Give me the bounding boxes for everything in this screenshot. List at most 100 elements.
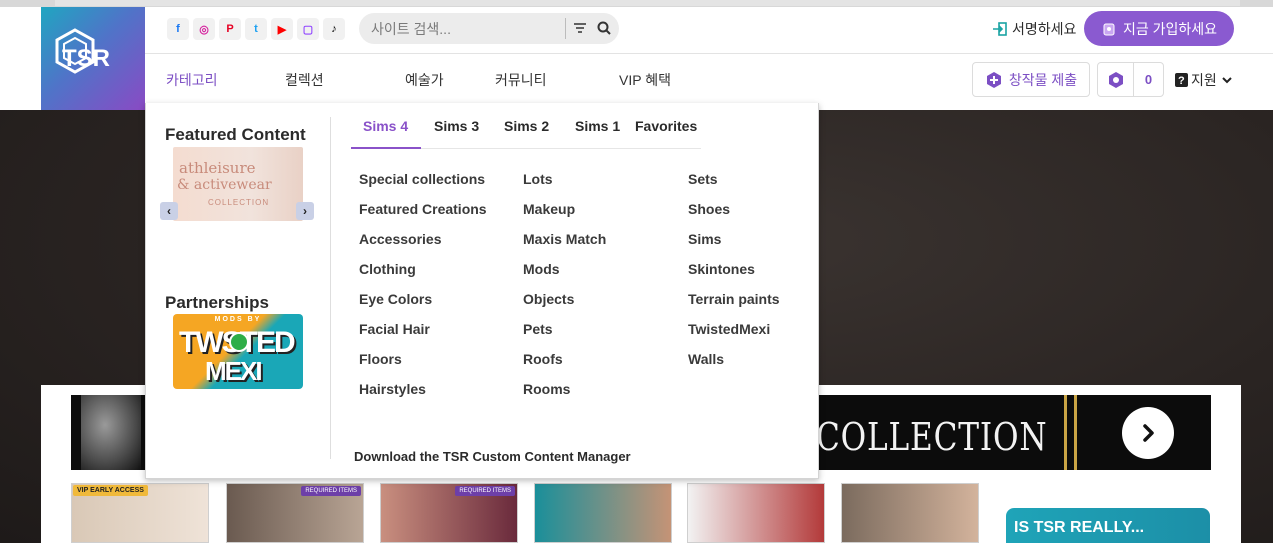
game-tab-sims4[interactable]: Sims 4 <box>363 118 408 134</box>
join-icon <box>1103 23 1115 35</box>
svg-text:?: ? <box>1178 75 1185 87</box>
download-cmm-link[interactable]: Download the TSR Custom Content Manager <box>354 449 631 464</box>
banner-next-button[interactable] <box>1122 407 1174 459</box>
nav-tab-artists[interactable]: 예술가 <box>405 70 444 90</box>
category-link[interactable]: Special collections <box>359 171 485 187</box>
featured-carousel-controls: ‹ › <box>160 202 316 220</box>
category-link[interactable]: Maxis Match <box>523 231 606 247</box>
category-link[interactable]: Walls <box>688 351 724 367</box>
banner-model-image <box>81 395 141 470</box>
game-tab-sims2[interactable]: Sims 2 <box>504 118 549 134</box>
categories-dropdown: Featured Content athleisure & activewear… <box>145 103 819 479</box>
category-link[interactable]: Facial Hair <box>359 321 430 337</box>
upload-icon <box>986 71 1001 88</box>
join-now-button[interactable]: 지금 가입하세요 <box>1084 11 1234 46</box>
partnerships-heading: Partnerships <box>165 293 269 312</box>
vip-early-access-badge: VIP EARLY ACCESS <box>73 485 148 496</box>
tsr-logo[interactable]: TSR <box>41 7 145 110</box>
coin-icon-wrap <box>1098 63 1134 96</box>
banner-word: COLLECTION <box>816 415 1048 459</box>
category-link[interactable]: Eye Colors <box>359 291 432 307</box>
header-divider <box>145 53 1273 54</box>
category-link[interactable]: Mods <box>523 261 560 277</box>
category-link[interactable]: Hairstyles <box>359 381 426 397</box>
tiktok-icon[interactable]: ♪ <box>323 18 345 40</box>
site-search <box>359 13 619 44</box>
creation-thumbnail[interactable]: REQUIRED ITEMS <box>226 483 364 543</box>
creation-thumbnail[interactable] <box>534 483 672 543</box>
signin-label: 서명하세요 <box>1012 21 1077 37</box>
facebook-icon[interactable]: f <box>167 18 189 40</box>
join-label: 지금 가입하세요 <box>1122 20 1218 37</box>
twitter-icon[interactable]: t <box>245 18 267 40</box>
category-link[interactable]: Sets <box>688 171 718 187</box>
social-links: f ◎ P t ▶ ▢ ♪ <box>167 18 345 40</box>
game-tab-sims3[interactable]: Sims 3 <box>434 118 479 134</box>
site-header: TSR f ◎ P t ▶ ▢ ♪ 서명하세요 지금 가입하세요 카테고리 컬렉… <box>0 7 1273 110</box>
signin-icon <box>993 22 1007 36</box>
promo-text: IS TSR REALLY... <box>1014 519 1145 536</box>
support-menu[interactable]: ? 지원 <box>1175 70 1234 90</box>
search-icon[interactable] <box>596 20 612 36</box>
banner-gold-line <box>1074 395 1077 470</box>
chevron-down-icon <box>1222 77 1232 84</box>
top-strip <box>0 0 1273 7</box>
partner-card-twistedmexi[interactable]: MODS BY TWSTED MEXI <box>173 314 303 389</box>
nav-tab-collections[interactable]: 컬렉션 <box>285 70 324 90</box>
coin-icon <box>1108 71 1123 88</box>
game-tab-favorites[interactable]: Favorites <box>635 118 697 134</box>
category-link[interactable]: Pets <box>523 321 553 337</box>
creation-thumbnail[interactable]: REQUIRED ITEMS <box>380 483 518 543</box>
nav-tab-vip[interactable]: VIP 혜택 <box>619 70 671 90</box>
game-tabs: Sims 4 Sims 3 Sims 2 Sims 1 Favorites <box>351 103 701 149</box>
featured-card-line2: & activewear <box>177 177 272 193</box>
category-link[interactable]: Roofs <box>523 351 563 367</box>
category-link[interactable]: Rooms <box>523 381 570 397</box>
category-link[interactable]: Featured Creations <box>359 201 487 217</box>
category-link[interactable]: Objects <box>523 291 574 307</box>
help-icon: ? <box>1175 73 1188 87</box>
submit-creation-button[interactable]: 창작물 제출 <box>972 62 1090 97</box>
search-input[interactable] <box>371 19 556 38</box>
coin-counter[interactable]: 0 <box>1097 62 1164 97</box>
partner-card-line0: MODS BY <box>214 316 262 323</box>
carousel-prev-button[interactable]: ‹ <box>160 202 178 220</box>
category-link[interactable]: Terrain paints <box>688 291 780 307</box>
nav-tab-community[interactable]: 커뮤니티 <box>495 70 547 90</box>
instagram-icon[interactable]: ◎ <box>193 18 215 40</box>
banner-gold-line <box>1064 395 1067 470</box>
nav-tab-categories[interactable]: 카테고리 <box>166 70 218 90</box>
category-link[interactable]: Accessories <box>359 231 442 247</box>
required-items-badge: REQUIRED ITEMS <box>301 486 361 496</box>
category-link[interactable]: Skintones <box>688 261 755 277</box>
dropdown-sidebar: Featured Content athleisure & activewear… <box>146 103 330 479</box>
chevron-right-icon <box>1143 424 1154 442</box>
support-label: 지원 <box>1191 72 1217 88</box>
category-link[interactable]: Sims <box>688 231 721 247</box>
search-separator <box>565 18 566 39</box>
category-link[interactable]: TwistedMexi <box>688 321 770 337</box>
category-link[interactable]: Shoes <box>688 201 730 217</box>
tsr-logo-icon: TSR <box>55 27 110 74</box>
category-link[interactable]: Lots <box>523 171 553 187</box>
twitch-icon[interactable]: ▢ <box>297 18 319 40</box>
creation-thumbnail[interactable] <box>687 483 825 543</box>
creation-thumbnail[interactable]: VIP EARLY ACCESS <box>71 483 209 543</box>
required-items-badge: REQUIRED ITEMS <box>455 486 515 496</box>
coin-count: 0 <box>1144 72 1153 87</box>
carousel-next-button[interactable]: › <box>296 202 314 220</box>
filter-icon[interactable] <box>572 20 588 36</box>
creation-thumbnail[interactable] <box>841 483 979 543</box>
game-tab-sims1[interactable]: Sims 1 <box>575 118 620 134</box>
signin-link[interactable]: 서명하세요 <box>992 19 1076 39</box>
category-link[interactable]: Clothing <box>359 261 416 277</box>
top-strip-bar <box>55 0 1240 6</box>
pinterest-icon[interactable]: P <box>219 18 241 40</box>
youtube-icon[interactable]: ▶ <box>271 18 293 40</box>
category-link[interactable]: Makeup <box>523 201 575 217</box>
featured-content-heading: Featured Content <box>165 125 306 144</box>
game-tab-active-line <box>351 147 421 149</box>
category-link[interactable]: Floors <box>359 351 402 367</box>
partner-card-line2: MEXI <box>205 356 263 386</box>
promo-card[interactable]: IS TSR REALLY... <box>1006 508 1210 543</box>
